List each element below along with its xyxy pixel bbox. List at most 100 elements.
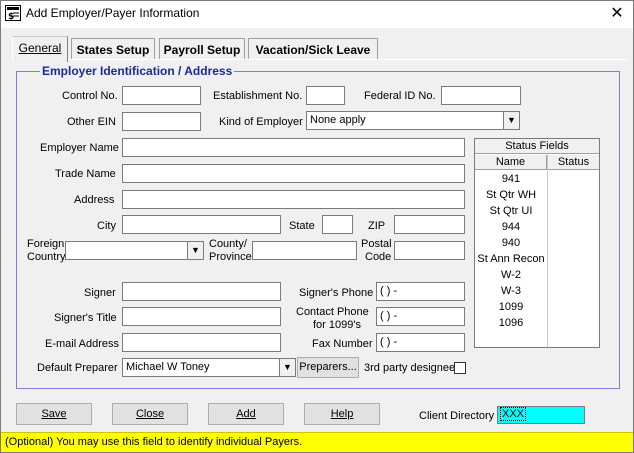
federal-id-field[interactable] <box>441 86 521 105</box>
kind-of-employer-select[interactable]: None apply ▼ <box>306 111 520 130</box>
postal-code-field[interactable] <box>394 241 465 260</box>
postal-code-label-1: Postal <box>361 238 392 250</box>
county-label-1: County/ <box>209 238 247 250</box>
employer-name-label: Employer Name <box>40 142 119 154</box>
status-row-name: 941 <box>501 173 521 185</box>
signers-phone-field[interactable]: ( ) - <box>376 282 465 301</box>
control-no-label: Control No. <box>62 90 118 102</box>
group-title: Employer Identification / Address <box>40 64 235 78</box>
tab-payroll-setup[interactable]: Payroll Setup <box>159 38 245 60</box>
preparers-button[interactable]: Preparers... <box>297 357 359 378</box>
third-party-checkbox[interactable] <box>454 362 466 374</box>
establishment-no-label: Establishment No. <box>213 90 303 102</box>
add-label: Add <box>236 408 256 420</box>
help-button[interactable]: Help <box>304 403 380 425</box>
chevron-down-icon[interactable]: ▼ <box>187 242 203 259</box>
tab-label: Payroll Setup <box>163 43 241 57</box>
save-label: Save <box>41 408 67 420</box>
title-bar: $ Add Employer/Payer Information ✕ <box>0 0 634 28</box>
save-button[interactable]: Save <box>16 403 92 425</box>
trade-name-label: Trade Name <box>55 168 116 180</box>
employer-name-field[interactable] <box>122 138 465 157</box>
status-row[interactable]: St Ann Recon <box>475 251 599 267</box>
status-fields-table: Status Fields Name Status 941 St Qtr WH … <box>474 138 600 348</box>
state-field[interactable] <box>322 215 353 234</box>
county-label-2: Province <box>209 251 252 263</box>
other-ein-label: Other EIN <box>67 116 116 128</box>
federal-id-label: Federal ID No. <box>364 90 436 102</box>
status-col-name: Name <box>475 155 547 170</box>
default-preparer-select[interactable]: Michael W Toney ▼ <box>122 358 296 377</box>
status-row-name: W-2 <box>501 269 521 281</box>
status-row[interactable]: W-2 <box>475 267 599 283</box>
signers-title-field[interactable] <box>122 307 281 326</box>
client-directory-field[interactable]: XXX <box>497 406 585 424</box>
signer-field[interactable] <box>122 282 281 301</box>
status-row[interactable]: St Qtr WH <box>475 187 599 203</box>
zip-field[interactable] <box>394 215 465 234</box>
status-row-name: St Qtr WH <box>485 189 537 201</box>
status-row-name: 1099 <box>498 301 524 313</box>
window-title: Add Employer/Payer Information <box>26 6 200 20</box>
tab-general[interactable]: General <box>12 36 68 62</box>
tab-states-setup[interactable]: States Setup <box>71 38 155 60</box>
establishment-no-field[interactable] <box>306 86 345 105</box>
close-window-button[interactable]: ✕ <box>602 2 632 26</box>
signer-label: Signer <box>84 287 116 299</box>
fax-label: Fax Number <box>312 338 373 350</box>
add-button[interactable]: Add <box>208 403 284 425</box>
address-label: Address <box>74 194 115 206</box>
foreign-country-select[interactable]: ▼ <box>65 241 204 260</box>
email-label: E-mail Address <box>45 338 119 350</box>
status-row-name: St Ann Recon <box>477 253 545 265</box>
close-button[interactable]: Close <box>112 403 188 425</box>
chevron-down-icon[interactable]: ▼ <box>279 359 295 376</box>
county-field[interactable] <box>252 241 357 260</box>
postal-code-label-2: Code <box>365 251 392 263</box>
client-directory-value: XXX <box>500 407 527 421</box>
default-preparer-label: Default Preparer <box>37 362 118 374</box>
city-field[interactable] <box>122 215 281 234</box>
kind-of-employer-label: Kind of Employer <box>219 116 303 128</box>
status-row[interactable]: W-3 <box>475 283 599 299</box>
trade-name-field[interactable] <box>122 164 465 183</box>
fax-field[interactable]: ( ) - <box>376 333 465 352</box>
close-label: Close <box>135 408 165 420</box>
status-row[interactable]: 944 <box>475 219 599 235</box>
address-field[interactable] <box>122 190 465 209</box>
state-label: State <box>289 220 315 232</box>
other-ein-field[interactable] <box>122 112 201 131</box>
status-col-status: Status <box>548 155 599 170</box>
status-row[interactable]: 940 <box>475 235 599 251</box>
zip-label: ZIP <box>368 220 386 232</box>
status-row-name: St Qtr UI <box>489 205 533 217</box>
email-field[interactable] <box>122 333 281 352</box>
status-row-name: 944 <box>501 221 521 233</box>
status-row[interactable]: 1099 <box>475 299 599 315</box>
default-preparer-value: Michael W Toney <box>126 361 210 373</box>
tab-strip-line <box>68 59 628 60</box>
signers-title-label: Signer's Title <box>54 312 117 324</box>
third-party-label: 3rd party designee <box>364 362 456 374</box>
tab-label: States Setup <box>76 43 150 57</box>
contact-phone-label-1: Contact Phone <box>296 306 369 318</box>
contact-phone-label-2: for 1099's <box>313 319 361 331</box>
contact-phone-field[interactable]: ( ) - <box>376 307 465 326</box>
tab-label: Vacation/Sick Leave <box>255 43 371 57</box>
status-row-name: 1096 <box>498 317 524 329</box>
status-row[interactable]: 941 <box>475 171 599 187</box>
signers-phone-label: Signer's Phone <box>299 287 374 299</box>
tab-vacation-sick-leave[interactable]: Vacation/Sick Leave <box>248 38 378 60</box>
status-row-name: W-3 <box>501 285 521 297</box>
foreign-country-label-2: Country <box>27 251 66 263</box>
status-row[interactable]: 1096 <box>475 315 599 331</box>
foreign-country-label-1: Foreign <box>27 238 65 250</box>
close-icon: ✕ <box>610 5 624 22</box>
kind-of-employer-value: None apply <box>310 114 366 126</box>
chevron-down-icon[interactable]: ▼ <box>503 112 519 129</box>
city-label: City <box>97 220 116 232</box>
app-icon: $ <box>5 5 21 21</box>
control-no-field[interactable] <box>122 86 201 105</box>
client-directory-label: Client Directory <box>419 410 495 422</box>
status-row[interactable]: St Qtr UI <box>475 203 599 219</box>
